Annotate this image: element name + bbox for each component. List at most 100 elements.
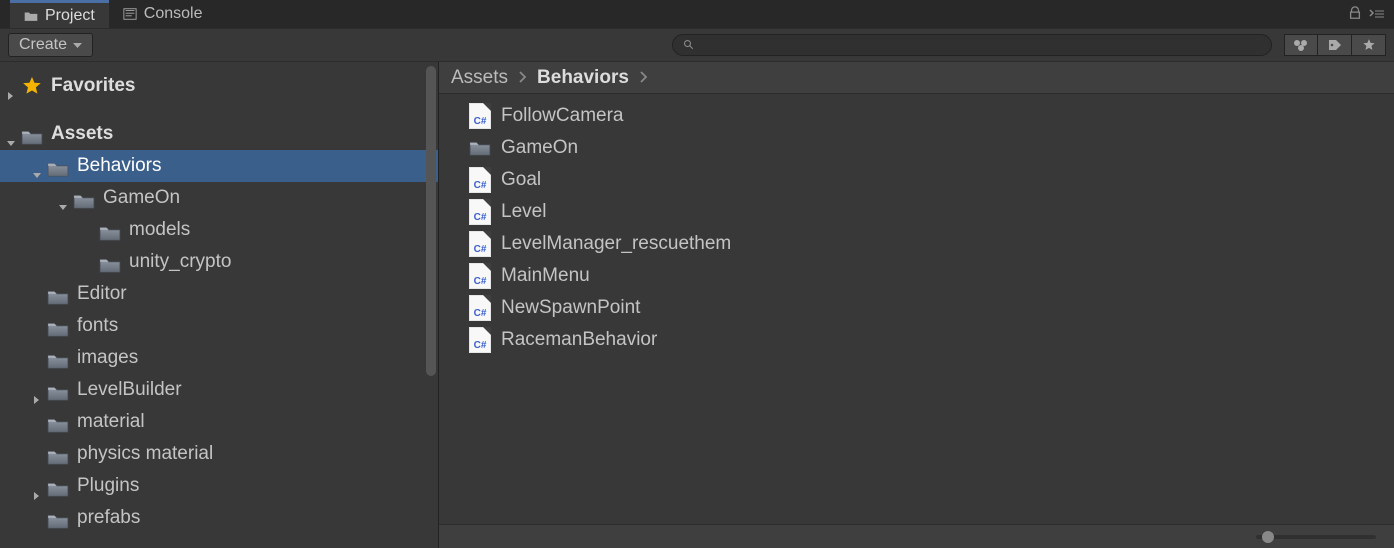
tab-strip: Project Console <box>0 0 1394 28</box>
csharp-file-icon: C# <box>469 263 491 289</box>
file-item-label: Level <box>501 201 546 223</box>
tree-item-gameon[interactable]: GameOn <box>0 182 438 214</box>
tree-item-label: models <box>129 214 190 245</box>
folder-icon <box>99 253 121 271</box>
chevron-spacer <box>32 320 44 332</box>
chevron-spacer <box>32 288 44 300</box>
chevron-right-icon <box>6 80 18 92</box>
file-item-goal[interactable]: C# Goal <box>439 164 1394 196</box>
tree-item-label: physics material <box>77 438 213 469</box>
tree-item-unity-crypto[interactable]: unity_crypto <box>0 246 438 278</box>
chevron-spacer <box>84 224 96 236</box>
breadcrumb: Assets Behaviors <box>439 62 1394 94</box>
folder-icon <box>47 285 69 303</box>
console-icon <box>123 7 137 21</box>
file-item-label: LevelManager_rescuethem <box>501 233 731 255</box>
folder-icon <box>47 349 69 367</box>
tree-item-fonts[interactable]: fonts <box>0 310 438 342</box>
chevron-spacer <box>32 512 44 524</box>
file-item-followcamera[interactable]: C# FollowCamera <box>439 100 1394 132</box>
tab-project[interactable]: Project <box>10 0 109 28</box>
file-list: C#FollowCameraGameOnC#GoalC#LevelC#Level… <box>439 94 1394 524</box>
create-button[interactable]: Create <box>8 33 93 57</box>
chevron-down-icon[interactable] <box>6 128 18 140</box>
toolbar-filter-buttons <box>1284 34 1386 56</box>
toolbar: Create <box>0 28 1394 62</box>
tree-item-label: LevelBuilder <box>77 374 182 405</box>
tree-item-label: material <box>77 406 145 437</box>
tree-item-label: Editor <box>77 278 127 309</box>
filter-by-type-button[interactable] <box>1284 34 1318 56</box>
folder-icon <box>47 381 69 399</box>
tab-console[interactable]: Console <box>109 0 217 28</box>
breadcrumb-item[interactable]: Assets <box>451 67 508 89</box>
folder-icon <box>21 125 43 143</box>
view-size-slider[interactable] <box>1256 535 1376 539</box>
tree-item-editor[interactable]: Editor <box>0 278 438 310</box>
folder-icon <box>47 157 69 175</box>
tree-item-assets[interactable]: Assets <box>0 118 438 150</box>
chevron-right-icon <box>639 67 648 88</box>
file-item-levelmanager-rescuethem[interactable]: C#LevelManager_rescuethem <box>439 228 1394 260</box>
favorites-row[interactable]: Favorites <box>0 70 438 102</box>
folder-tree-panel: Favorites AssetsBehaviorsGameOnmodelsunit… <box>0 62 438 548</box>
file-item-mainmenu[interactable]: C#MainMenu <box>439 260 1394 292</box>
tree-item-models[interactable]: models <box>0 214 438 246</box>
chevron-right-icon[interactable] <box>32 480 44 492</box>
file-item-label: FollowCamera <box>501 105 623 127</box>
content-panel: Assets Behaviors C# FollowCamera GameOn C# Go… <box>438 62 1394 548</box>
tree-item-label: fonts <box>77 310 118 341</box>
chevron-down-icon[interactable] <box>58 192 70 204</box>
favorites-label: Favorites <box>51 70 135 101</box>
folder-icon <box>47 317 69 335</box>
folder-icon <box>73 189 95 207</box>
file-item-label: Goal <box>501 169 541 191</box>
file-item-level[interactable]: C#Level <box>439 196 1394 228</box>
breadcrumb-item[interactable]: Behaviors <box>537 67 629 89</box>
panel-menu-icon[interactable] <box>1368 4 1386 25</box>
folder-icon <box>47 477 69 495</box>
search-icon <box>683 35 695 56</box>
tab-label: Project <box>45 7 95 25</box>
tree-item-label: images <box>77 342 138 373</box>
chevron-spacer <box>84 256 96 268</box>
file-item-gameon[interactable]: GameOn <box>439 132 1394 164</box>
file-item-racemanbehavior[interactable]: C#RacemanBehavior <box>439 324 1394 356</box>
folder-icon <box>469 139 491 157</box>
search-input[interactable] <box>701 37 1261 53</box>
tree-item-plugins[interactable]: Plugins <box>0 470 438 502</box>
create-label: Create <box>19 36 67 54</box>
tree-item-prefabs[interactable]: prefabs <box>0 502 438 534</box>
folder-icon <box>47 445 69 463</box>
favorite-button[interactable] <box>1352 34 1386 56</box>
csharp-file-icon: C# <box>469 103 491 129</box>
folder-icon <box>99 221 121 239</box>
file-item-label: GameOn <box>501 137 578 159</box>
chevron-down-icon[interactable] <box>32 160 44 172</box>
bottom-bar <box>439 524 1394 548</box>
tree-item-behaviors[interactable]: Behaviors <box>0 150 438 182</box>
filter-by-label-button[interactable] <box>1318 34 1352 56</box>
lock-icon[interactable] <box>1348 4 1362 25</box>
tree-item-physics-material[interactable]: physics material <box>0 438 438 470</box>
tree-item-label: unity_crypto <box>129 246 231 277</box>
file-item-label: NewSpawnPoint <box>501 297 640 319</box>
csharp-file-icon: C# <box>469 167 491 193</box>
chevron-right-icon <box>518 67 527 88</box>
scrollbar[interactable] <box>424 62 438 548</box>
chevron-spacer <box>32 352 44 364</box>
tree-item-label: Assets <box>51 118 113 149</box>
tree-item-label: GameOn <box>103 182 180 213</box>
tree-item-images[interactable]: images <box>0 342 438 374</box>
chevron-right-icon[interactable] <box>32 384 44 396</box>
tree-item-material[interactable]: material <box>0 406 438 438</box>
file-item-newspawnpoint[interactable]: C# NewSpawnPoint <box>439 292 1394 324</box>
tree-item-label: Plugins <box>77 470 139 501</box>
tree-item-label: prefabs <box>77 502 140 533</box>
csharp-file-icon: C# <box>469 327 491 353</box>
tree-item-label: Behaviors <box>77 150 162 181</box>
search-input-wrapper[interactable] <box>672 34 1272 56</box>
star-icon <box>21 75 43 97</box>
tree-item-levelbuilder[interactable]: LevelBuilder <box>0 374 438 406</box>
csharp-file-icon: C# <box>469 295 491 321</box>
